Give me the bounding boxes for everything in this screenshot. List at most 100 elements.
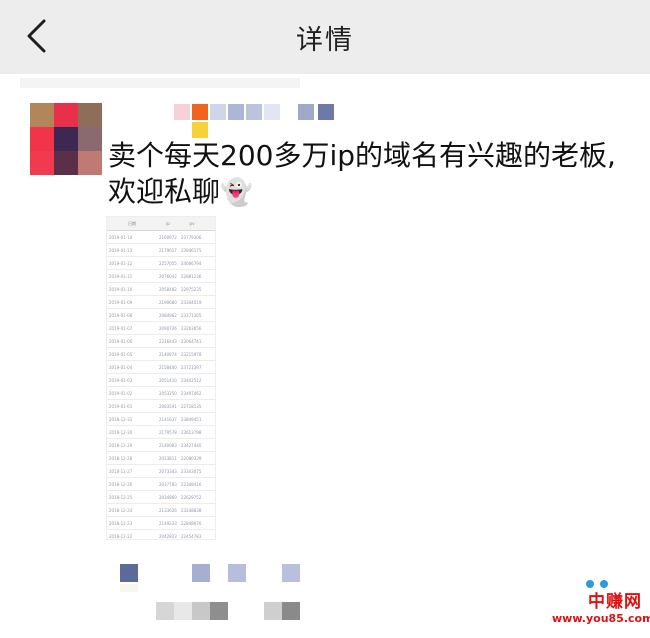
table-cell: 2051410	[157, 373, 179, 387]
table-cell: 2018-12-30	[107, 425, 157, 439]
table-cell: 2018-12-22	[107, 529, 157, 539]
table-cell: 22718135	[179, 399, 205, 413]
table-cell: 2019-01-13	[107, 243, 157, 257]
table-cell: 23248838	[179, 503, 205, 517]
table-cell: 22975235	[179, 282, 205, 296]
table-cell: 2019-01-01	[107, 399, 157, 413]
table-cell: 23613798	[179, 425, 205, 439]
table-cell: 23721397	[179, 360, 205, 374]
table-row: 2018-12-23 2149233 22848676	[107, 516, 215, 530]
table-cell: 2084962	[157, 308, 179, 322]
watermark-url: www.you85.com	[552, 612, 650, 625]
table-row: 2018-12-24 2133626 23248838	[107, 503, 215, 517]
table-cell: 23427440	[179, 438, 205, 452]
table-row: 2019-01-03 2051410 23402512	[107, 373, 215, 387]
table-cell	[205, 360, 215, 374]
table-cell: 2018-12-23	[107, 516, 157, 530]
table-cell: 23215978	[179, 347, 205, 361]
table-row: 2019-01-09 2190680 23344019	[107, 295, 215, 309]
table-cell: 2019-01-12	[107, 256, 157, 270]
post-image[interactable]: 日期 ip pv 2019-01-14 2160972 23779306 2019-01-…	[106, 216, 216, 540]
table-cell	[205, 308, 215, 322]
table-cell: 2019-01-05	[107, 347, 157, 361]
table-cell: 22080339	[179, 451, 205, 465]
table-cell	[205, 334, 215, 348]
table-cell: 2160972	[157, 230, 179, 244]
table-cell	[205, 438, 215, 452]
table-row: 2018-12-25 2034869 22629752	[107, 490, 215, 504]
back-button[interactable]	[14, 14, 58, 58]
table-cell	[205, 399, 215, 413]
watermark: 中赚网 www.you85.com	[552, 580, 650, 632]
table-cell: 2019-01-10	[107, 282, 157, 296]
table-cell: 2013811	[157, 451, 179, 465]
table-row: 2019-01-07 2090726 23203656	[107, 321, 215, 335]
table-cell: 2018-12-29	[107, 438, 157, 452]
table-cell	[205, 464, 215, 478]
table-cell: 22629752	[179, 490, 205, 504]
table-row: 2018-12-31 2141637 23849451	[107, 412, 215, 426]
table-row: 2019-01-06 2216443 23064741	[107, 334, 215, 348]
table-cell: 23271305	[179, 308, 205, 322]
table-cell	[205, 490, 215, 504]
table-cell: 23064741	[179, 334, 205, 348]
table-row: 2019-01-11 2076042 22881236	[107, 269, 215, 283]
table-cell: 2019-01-04	[107, 360, 157, 374]
table-cell: 2190680	[157, 295, 179, 309]
table-cell: 2018-12-25	[107, 490, 157, 504]
table-cell: 2019-01-06	[107, 334, 157, 348]
table-cell: 23203656	[179, 321, 205, 335]
table-cell: 2179578	[157, 425, 179, 439]
table-cell: 2018-12-28	[107, 451, 157, 465]
table-cell	[205, 503, 215, 517]
table-row: 2019-01-14 2160972 23779306	[107, 230, 215, 244]
table-cell: 2019-01-14	[107, 230, 157, 244]
table-cell: 2042823	[157, 529, 179, 539]
table-row: 2019-01-12 2257055 24666794	[107, 256, 215, 270]
table-cell: 2257055	[157, 256, 179, 270]
table-cell: 23779306	[179, 230, 205, 244]
avatar[interactable]	[30, 103, 102, 175]
table-cell	[205, 230, 215, 244]
table-cell: 2058482	[157, 282, 179, 296]
table-cell: 2034869	[157, 490, 179, 504]
table-cell: 2083591	[157, 399, 179, 413]
table-cell	[205, 321, 215, 335]
table-cell: 22348416	[179, 477, 205, 491]
table-row: 2018-12-27 2073343 23343075	[107, 464, 215, 478]
table-cell: 2073343	[157, 464, 179, 478]
navigation-bar: 详情	[0, 0, 650, 74]
table-row: 2019-01-01 2083591 22718135	[107, 399, 215, 413]
table-cell: 2140083	[157, 438, 179, 452]
table-cell: 2179017	[157, 243, 179, 257]
table-cell: 2018-12-24	[107, 503, 157, 517]
table-cell: 2158400	[157, 360, 179, 374]
post-text: 卖个每天200多万ip的域名有兴趣的老板, 欢迎私聊👻	[108, 138, 638, 211]
table-cell: 2019-01-08	[107, 308, 157, 322]
table-row: 2019-01-05 2140974 23215978	[107, 347, 215, 361]
table-cell	[205, 269, 215, 283]
chevron-left-icon	[27, 19, 46, 53]
watermark-name: 中赚网	[588, 592, 642, 612]
table-cell: 2090726	[157, 321, 179, 335]
table-row: 2018-12-28 2013811 22080339	[107, 451, 215, 465]
page-title: 详情	[296, 24, 354, 56]
table-row: 2019-01-08 2084962 23271305	[107, 308, 215, 322]
table-row: 2018-12-29 2140083 23427440	[107, 438, 215, 452]
table-cell: 22881236	[179, 269, 205, 283]
table-cell	[205, 451, 215, 465]
table-cell	[205, 529, 215, 539]
table-row: 2018-12-30 2179578 23613798	[107, 425, 215, 439]
table-cell: 2140974	[157, 347, 179, 361]
table-row: 2018-12-22 2042823 22454783	[107, 529, 215, 539]
table-cell: 22454783	[179, 529, 205, 539]
table-header-cell: pv	[179, 217, 205, 231]
post-text-line-2: 欢迎私聊	[108, 175, 221, 208]
table-cell	[205, 386, 215, 400]
table-cell: 23344019	[179, 295, 205, 309]
table-cell: 2019-01-09	[107, 295, 157, 309]
table-cell	[205, 256, 215, 270]
table-header-cell: ip	[157, 217, 179, 231]
table-cell: 24666794	[179, 256, 205, 270]
table-cell: 2076042	[157, 269, 179, 283]
